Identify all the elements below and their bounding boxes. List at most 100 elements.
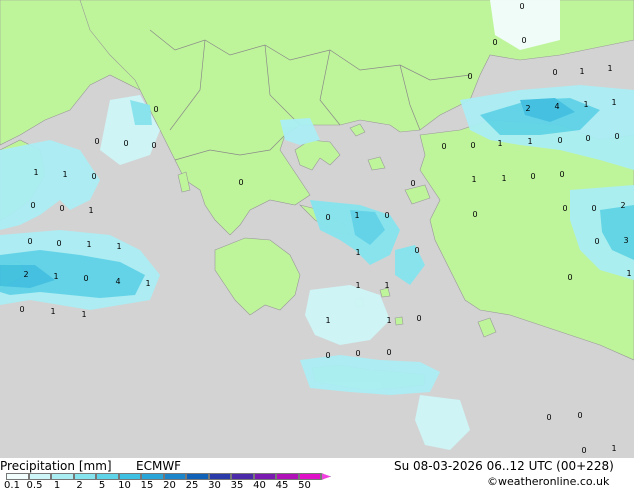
colorbar-segment [118, 473, 141, 480]
value-label: 0 [591, 204, 596, 213]
colorbar-tick-label: 45 [275, 480, 289, 491]
colorbar-tick-label: 50 [298, 480, 311, 491]
value-label: 0 [614, 132, 619, 141]
legend-valid-time: Su 08-03-2026 06..12 UTC (00+228) [394, 459, 614, 473]
colorbar-segment [163, 473, 186, 480]
colorbar-segment [276, 473, 299, 480]
colorbar-tick-label: 1 [53, 480, 61, 491]
value-label: 1 [386, 316, 391, 325]
value-label: 0 [472, 210, 477, 219]
value-label: 0 [519, 2, 524, 11]
value-label: 1 [53, 272, 58, 281]
colorbar-segment [298, 473, 321, 480]
value-label: 4 [115, 277, 120, 286]
colorbar-segment [51, 473, 74, 480]
value-label: 1 [501, 174, 506, 183]
value-label: 0 [59, 204, 64, 213]
legend-credit: ©weatheronline.co.uk [487, 475, 610, 488]
value-label: 1 [62, 170, 67, 179]
value-label: 0 [581, 446, 586, 455]
colorbar-tick-label: 15 [140, 480, 154, 491]
colorbar-segment [6, 473, 29, 480]
value-label: 0 [577, 411, 582, 420]
value-label: 2 [525, 104, 530, 113]
value-label: 0 [384, 211, 389, 220]
value-label: 0 [151, 141, 156, 150]
value-label: 0 [559, 170, 564, 179]
value-label: 0 [19, 305, 24, 314]
colorbar-tick-label: 2 [76, 480, 83, 491]
value-label: 0 [521, 36, 526, 45]
colorbar-tick-label: 20 [163, 480, 176, 491]
colorbar-tick-label: 0.5 [26, 480, 43, 491]
value-label: 1 [33, 168, 38, 177]
value-label: 0 [94, 137, 99, 146]
value-label: 1 [145, 279, 150, 288]
value-label: 1 [88, 206, 93, 215]
value-label: 0 [410, 179, 415, 188]
value-label: 0 [562, 204, 567, 213]
value-label: 0 [56, 239, 61, 248]
value-label: 0 [492, 38, 497, 47]
value-label: 1 [607, 64, 612, 73]
value-label: 1 [527, 137, 532, 146]
value-label: 1 [325, 316, 330, 325]
value-label: 0 [552, 68, 557, 77]
value-label: 1 [611, 98, 616, 107]
value-label: 0 [83, 274, 88, 283]
value-label: 0 [91, 172, 96, 181]
value-label: 1 [116, 242, 121, 251]
colorbar-tick-label: 0.1 [4, 480, 20, 491]
value-label: 1 [626, 269, 631, 278]
legend-title: Precipitation [mm] [0, 459, 112, 473]
colorbar-segment [253, 473, 276, 480]
colorbar-segment [141, 473, 164, 480]
colorbar-segment [231, 473, 254, 480]
value-label: 0 [355, 349, 360, 358]
precipitation-map: 0 0 0 0 1 1 0 2 4 1 1 0 0 0 0 0 0 1 1 0 0 0 1 1 0 0 1 1 0 0 0 0 0 1 0 1 0 0 0 0… [0, 0, 634, 458]
value-label: 1 [384, 281, 389, 290]
value-label: 0 [123, 139, 128, 148]
value-label: 1 [81, 310, 86, 319]
colorbar-tick-label: 30 [208, 480, 221, 491]
colorbar-tick-label: 10 [118, 480, 131, 491]
value-label: 0 [325, 351, 330, 360]
value-label: 0 [30, 201, 35, 210]
value-label: 0 [325, 213, 330, 222]
land-cyclades-3 [394, 316, 404, 326]
value-label: 1 [50, 307, 55, 316]
colorbar-tick-label: 25 [185, 480, 199, 491]
value-label: 1 [497, 139, 502, 148]
colorbar-segment [208, 473, 231, 480]
value-label: 1 [471, 175, 476, 184]
value-label: 4 [554, 102, 559, 111]
value-label: 1 [583, 100, 588, 109]
value-label: 1 [579, 67, 584, 76]
colorbar-tick-label: 35 [230, 480, 244, 491]
colorbar-segment [96, 473, 119, 480]
value-label: 0 [567, 273, 572, 282]
value-label: 0 [414, 246, 419, 255]
value-label: 0 [467, 72, 472, 81]
legend-model: ECMWF [136, 459, 182, 473]
value-label: 0 [386, 348, 391, 357]
value-label: 2 [23, 270, 28, 279]
value-label: 1 [355, 248, 360, 257]
value-label: 0 [557, 136, 562, 145]
value-label: 1 [611, 444, 616, 453]
value-label: 0 [594, 237, 599, 246]
value-label: 0 [470, 141, 475, 150]
value-label: 0 [416, 314, 421, 323]
value-label: 0 [238, 178, 243, 187]
value-label: 1 [355, 281, 360, 290]
colorbar-segment [73, 473, 96, 480]
value-label: 1 [86, 240, 91, 249]
value-label: 0 [530, 172, 535, 181]
value-label: 0 [546, 413, 551, 422]
value-label: 2 [620, 201, 625, 210]
colorbar-segment [28, 473, 51, 480]
colorbar-tick-label: 5 [98, 480, 106, 491]
value-label: 0 [585, 134, 590, 143]
value-label: 1 [354, 211, 359, 220]
colorbar-segment [186, 473, 209, 480]
